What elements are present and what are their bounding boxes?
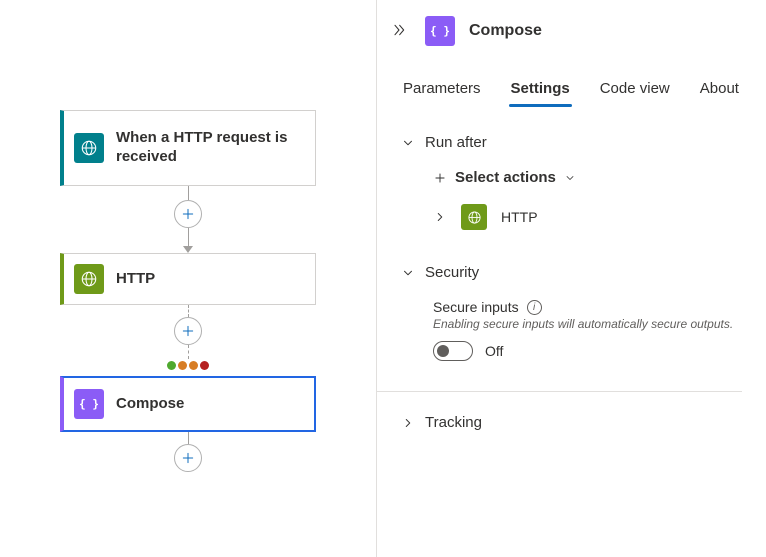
plus-icon [433, 171, 447, 185]
chevron-down-icon [564, 172, 576, 184]
add-step-button[interactable] [174, 317, 202, 345]
svg-text:{ }: { } [431, 25, 449, 38]
node-title: HTTP [116, 270, 155, 289]
section-title: Tracking [425, 414, 482, 431]
section-run-after: Run after Select actions [401, 130, 742, 260]
section-title: Security [425, 264, 479, 281]
globe-icon [74, 133, 104, 163]
chevron-right-icon [433, 210, 447, 224]
node-http-trigger[interactable]: When a HTTP request is received [60, 110, 316, 186]
connector [174, 186, 202, 253]
chevron-down-icon [401, 136, 415, 150]
compose-icon: { } [74, 389, 104, 419]
node-http[interactable]: HTTP [60, 253, 316, 305]
add-step-button[interactable] [174, 200, 202, 228]
chevron-down-icon [401, 266, 415, 280]
section-run-after-toggle[interactable]: Run after [401, 130, 742, 155]
designer-canvas: When a HTTP request is received [0, 0, 376, 557]
secure-inputs-description: Enabling secure inputs will automaticall… [433, 317, 742, 331]
section-security-toggle[interactable]: Security [401, 260, 742, 285]
section-security: Security Secure inputs i Enabling secure… [401, 260, 742, 391]
tab-settings[interactable]: Settings [509, 74, 572, 107]
secure-inputs-label: Secure inputs [433, 299, 519, 315]
run-after-item-http[interactable]: HTTP [433, 204, 742, 230]
compose-icon: { } [425, 16, 455, 46]
section-title: Run after [425, 134, 487, 151]
tab-parameters[interactable]: Parameters [401, 74, 483, 107]
select-actions-label: Select actions [455, 169, 556, 186]
node-title: Compose [116, 395, 184, 414]
secure-inputs-toggle-state: Off [485, 343, 503, 359]
details-panel: { } Compose Parameters Settings Code vie… [376, 0, 766, 557]
svg-text:{ }: { } [80, 398, 98, 411]
node-title: When a HTTP request is received [116, 129, 303, 167]
connector [167, 305, 209, 376]
add-step-button[interactable] [174, 444, 202, 472]
chevron-right-icon [401, 416, 415, 430]
node-compose[interactable]: { } Compose [60, 376, 316, 432]
run-after-status-dots [167, 361, 209, 370]
chevron-double-right-icon [391, 22, 407, 38]
select-actions-button[interactable]: Select actions [433, 169, 742, 186]
tab-code-view[interactable]: Code view [598, 74, 672, 107]
tab-about[interactable]: About [698, 74, 741, 107]
panel-title: Compose [469, 22, 542, 40]
run-after-item-label: HTTP [501, 209, 538, 225]
section-tracking-toggle[interactable]: Tracking [377, 392, 742, 457]
secure-inputs-toggle[interactable] [433, 341, 473, 361]
connector [174, 432, 202, 472]
collapse-panel-button[interactable] [387, 18, 411, 45]
info-icon[interactable]: i [527, 300, 542, 315]
globe-icon [74, 264, 104, 294]
panel-tabs: Parameters Settings Code view About [377, 74, 742, 108]
globe-icon [461, 204, 487, 230]
